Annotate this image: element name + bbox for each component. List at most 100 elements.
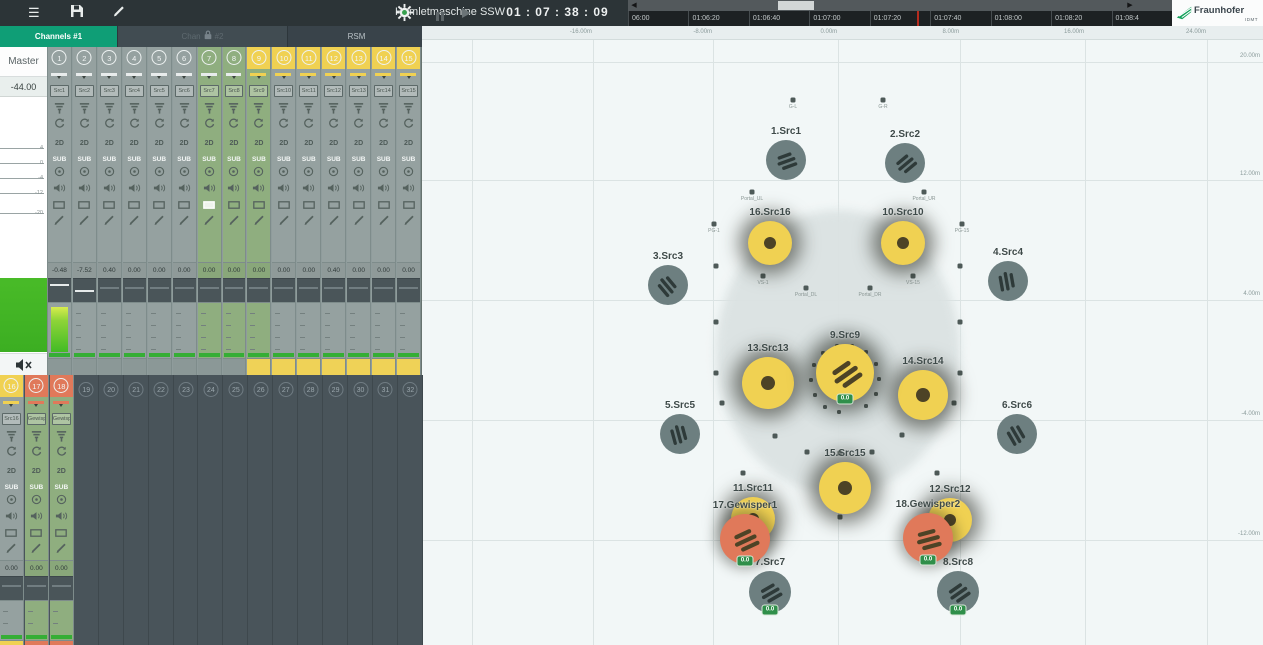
fader-handle[interactable] bbox=[324, 287, 343, 289]
channel-select-button[interactable]: 6 bbox=[173, 47, 196, 69]
master-gain-value[interactable]: -44.00 bbox=[0, 77, 47, 97]
channel-fader-band[interactable] bbox=[25, 576, 48, 600]
channel-mini-fader[interactable] bbox=[98, 69, 121, 83]
time-ruler-label[interactable]: 06:00 bbox=[628, 11, 688, 26]
speaker-icon[interactable] bbox=[247, 180, 270, 196]
speaker-icon[interactable] bbox=[347, 180, 370, 196]
fader-handle[interactable] bbox=[2, 585, 21, 587]
scroll-left-icon[interactable]: ◀ bbox=[628, 0, 640, 11]
rotate-icon[interactable] bbox=[322, 116, 345, 132]
edit-pencil-icon[interactable] bbox=[173, 212, 196, 228]
dimension-2d-label[interactable]: 2D bbox=[173, 132, 196, 148]
source-5[interactable] bbox=[660, 414, 700, 454]
box-icon[interactable] bbox=[173, 196, 196, 212]
channel-gain-value[interactable]: 0.40 bbox=[322, 262, 345, 278]
time-ruler-label[interactable]: 01:06:20 bbox=[688, 11, 748, 26]
channel-gain-value[interactable]: 0.00 bbox=[25, 560, 48, 576]
speaker-icon[interactable] bbox=[0, 508, 23, 524]
box-icon[interactable] bbox=[25, 524, 48, 540]
rotate-icon[interactable] bbox=[0, 444, 23, 460]
channel-name-label[interactable]: Gewisper2 bbox=[52, 413, 71, 425]
channel-gain-value[interactable]: 0.00 bbox=[347, 262, 370, 278]
speaker-icon[interactable] bbox=[48, 180, 71, 196]
fader-handle[interactable] bbox=[374, 287, 393, 289]
edit-pencil-icon[interactable] bbox=[347, 212, 370, 228]
dimension-2d-label[interactable]: 2D bbox=[98, 132, 121, 148]
channel-name-label[interactable]: Src6 bbox=[175, 85, 194, 97]
sub-label[interactable]: SUB bbox=[272, 148, 295, 164]
directivity-funnel-icon[interactable] bbox=[322, 100, 345, 116]
dimension-2d-label[interactable]: 2D bbox=[123, 132, 146, 148]
circle-indicator-icon[interactable] bbox=[73, 164, 96, 180]
channel-color-tag[interactable] bbox=[0, 640, 23, 645]
channel-select-button[interactable]: 9 bbox=[247, 47, 270, 69]
time-ruler-label[interactable]: 01:08:4 bbox=[1112, 11, 1172, 26]
channel-color-tag[interactable] bbox=[98, 358, 121, 375]
dimension-2d-label[interactable]: 2D bbox=[223, 132, 246, 148]
directivity-funnel-icon[interactable] bbox=[247, 100, 270, 116]
channel-mini-fader[interactable] bbox=[247, 69, 270, 83]
edit-pencil-icon[interactable] bbox=[148, 212, 171, 228]
fader-handle[interactable] bbox=[52, 585, 71, 587]
time-ruler-label[interactable]: 01:08:00 bbox=[991, 11, 1051, 26]
pause-button[interactable] bbox=[435, 8, 453, 26]
fader-handle[interactable] bbox=[399, 287, 418, 289]
channel-fader-band[interactable] bbox=[223, 278, 246, 302]
playhead[interactable] bbox=[917, 11, 919, 26]
channel-gain-value[interactable]: 0.00 bbox=[372, 262, 395, 278]
edit-pencil-icon[interactable] bbox=[73, 212, 96, 228]
box-icon[interactable] bbox=[272, 196, 295, 212]
source-gain-badge[interactable]: 0.0 bbox=[920, 555, 937, 566]
tab-channels-2[interactable]: Chan#2 bbox=[118, 26, 288, 47]
box-icon[interactable] bbox=[397, 196, 420, 212]
speaker-icon[interactable] bbox=[322, 180, 345, 196]
circle-indicator-icon[interactable] bbox=[148, 164, 171, 180]
fader-handle[interactable] bbox=[249, 287, 268, 289]
box-icon[interactable] bbox=[372, 196, 395, 212]
sub-label[interactable]: SUB bbox=[223, 148, 246, 164]
channel-color-tag[interactable] bbox=[347, 358, 370, 375]
source-10[interactable] bbox=[881, 221, 925, 265]
circle-indicator-icon[interactable] bbox=[347, 164, 370, 180]
channel-select-button[interactable]: 20 bbox=[104, 382, 119, 397]
channel-name-label[interactable]: Gewisper1 bbox=[27, 413, 46, 425]
edit-pencil-icon[interactable] bbox=[397, 212, 420, 228]
channel-color-tag[interactable] bbox=[123, 358, 146, 375]
circle-indicator-icon[interactable] bbox=[48, 164, 71, 180]
speaker-icon[interactable] bbox=[98, 180, 121, 196]
speaker-icon[interactable] bbox=[148, 180, 171, 196]
channel-mini-fader[interactable] bbox=[73, 69, 96, 83]
channel-name-label[interactable]: Src9 bbox=[249, 85, 268, 97]
box-icon[interactable] bbox=[347, 196, 370, 212]
channel-name-label[interactable]: Src12 bbox=[324, 85, 343, 97]
channel-select-button[interactable]: 28 bbox=[303, 382, 318, 397]
sub-label[interactable]: SUB bbox=[48, 148, 71, 164]
rotate-icon[interactable] bbox=[48, 116, 71, 132]
directivity-funnel-icon[interactable] bbox=[397, 100, 420, 116]
channel-select-button[interactable]: 24 bbox=[203, 382, 218, 397]
sub-label[interactable]: SUB bbox=[73, 148, 96, 164]
edit-pencil-icon[interactable] bbox=[98, 212, 121, 228]
channel-fader-band[interactable] bbox=[198, 278, 221, 302]
channel-mini-fader[interactable] bbox=[347, 69, 370, 83]
channel-name-label[interactable]: Src15 bbox=[399, 85, 418, 97]
channel-gain-value[interactable]: 0.00 bbox=[247, 262, 270, 278]
channel-select-button[interactable]: 31 bbox=[378, 382, 393, 397]
channel-color-tag[interactable] bbox=[322, 358, 345, 375]
channel-select-button[interactable]: 29 bbox=[328, 382, 343, 397]
box-icon[interactable] bbox=[223, 196, 246, 212]
dimension-2d-label[interactable]: 2D bbox=[322, 132, 345, 148]
channel-mini-fader[interactable] bbox=[148, 69, 171, 83]
rotate-icon[interactable] bbox=[148, 116, 171, 132]
channel-color-tag[interactable] bbox=[198, 358, 221, 375]
speaker-icon[interactable] bbox=[25, 508, 48, 524]
rotate-icon[interactable] bbox=[73, 116, 96, 132]
speaker-icon[interactable] bbox=[50, 508, 73, 524]
speaker-icon[interactable] bbox=[272, 180, 295, 196]
speaker-icon[interactable] bbox=[198, 180, 221, 196]
edit-pencil-icon[interactable] bbox=[322, 212, 345, 228]
sub-label[interactable]: SUB bbox=[322, 148, 345, 164]
channel-fader-band[interactable] bbox=[372, 278, 395, 302]
speaker-icon[interactable] bbox=[297, 180, 320, 196]
source-16[interactable] bbox=[748, 221, 792, 265]
